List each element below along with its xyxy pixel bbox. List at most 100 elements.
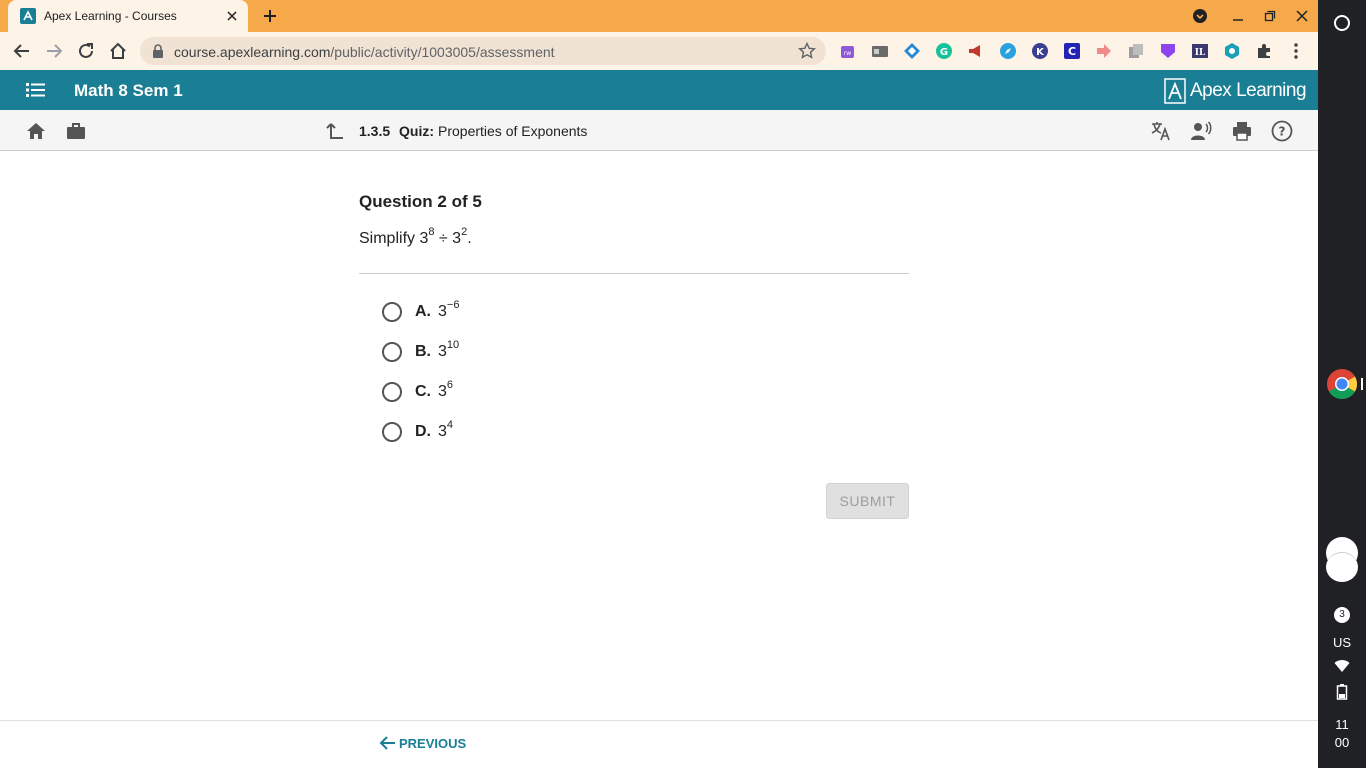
submit-button[interactable]: SUBMIT (826, 483, 909, 519)
prompt-exponent-2: 2 (461, 225, 468, 238)
clock-hour[interactable]: 11 (1318, 717, 1366, 732)
prompt-suffix: . (467, 230, 472, 247)
browser-tab[interactable]: Apex Learning - Courses (8, 0, 248, 32)
translate-icon[interactable] (1150, 120, 1172, 142)
input-method-indicator[interactable]: US (1318, 635, 1366, 650)
app-icon-blank-2[interactable] (1326, 552, 1358, 582)
prompt-middle: ÷ 3 (434, 230, 462, 247)
radio-button[interactable] (382, 302, 402, 322)
svg-text:?: ? (1279, 125, 1286, 139)
svg-text:rw: rw (844, 50, 851, 57)
option-base: 3 (438, 303, 447, 320)
tab-strip: Apex Learning - Courses (0, 0, 1318, 32)
url-text: course.apexlearning.com/public/activity/… (174, 44, 555, 60)
active-app-indicator (1361, 378, 1363, 390)
apex-logo-text: Apex Learning (1190, 80, 1307, 101)
question-divider (359, 273, 909, 274)
chrome-app-icon[interactable] (1326, 368, 1358, 400)
option-value: 36 (438, 379, 453, 401)
tab-search-icon[interactable] (1188, 4, 1212, 28)
extension-copy-icon[interactable] (1127, 42, 1145, 60)
answer-option-d[interactable]: D. 34 (382, 419, 682, 444)
extensions-puzzle-icon[interactable] (1255, 42, 1273, 60)
svg-text:G: G (940, 47, 948, 58)
reload-icon[interactable] (74, 39, 98, 63)
radio-button[interactable] (382, 422, 402, 442)
apex-logo-icon (1164, 78, 1186, 104)
svg-text:K: K (1036, 47, 1045, 58)
option-exponent: 10 (446, 338, 460, 351)
print-icon[interactable] (1231, 120, 1253, 142)
activity-number: 1.3.5 (359, 123, 391, 139)
arrow-left-icon (379, 736, 395, 750)
extension-compass-icon[interactable] (999, 42, 1017, 60)
extension-il-icon[interactable]: IL (1191, 42, 1209, 60)
extension-hex-icon[interactable] (1223, 42, 1241, 60)
url-path: /public/activity/1003005/assessment (330, 44, 555, 60)
question-heading: Question 2 of 5 (359, 192, 482, 211)
lock-icon (153, 44, 163, 58)
extension-puzzle-purple-icon[interactable]: rw (839, 42, 857, 60)
home-icon[interactable] (106, 39, 130, 63)
tab-close-icon[interactable] (222, 6, 242, 26)
course-header: Math 8 Sem 1 Apex Learning (0, 70, 1318, 110)
activity-name: Properties of Exponents (438, 123, 588, 139)
minimize-icon[interactable] (1226, 4, 1250, 28)
option-base: 3 (438, 423, 447, 440)
extension-k-icon[interactable]: K (1031, 42, 1049, 60)
answer-option-b[interactable]: B. 310 (382, 338, 682, 364)
activity-footer: PREVIOUS (0, 720, 1318, 768)
svg-text:C: C (1068, 45, 1076, 58)
forward-icon[interactable] (42, 39, 66, 63)
os-shelf: 3 US 11 00 (1318, 0, 1366, 768)
svg-text:IL: IL (1195, 48, 1206, 58)
battery-icon[interactable] (1336, 684, 1348, 700)
extension-c-icon[interactable]: C (1063, 42, 1081, 60)
address-bar[interactable]: course.apexlearning.com/public/activity/… (140, 37, 826, 65)
close-window-icon[interactable] (1290, 4, 1314, 28)
answer-option-c[interactable]: C. 36 (382, 379, 682, 404)
previous-label: PREVIOUS (399, 735, 467, 751)
bookmark-star-icon[interactable] (798, 42, 816, 60)
back-icon[interactable] (10, 39, 34, 63)
option-letter: C. (415, 383, 431, 400)
wifi-icon[interactable] (1334, 659, 1350, 673)
option-base: 3 (438, 343, 447, 360)
course-menu-icon[interactable] (26, 82, 46, 98)
extension-megaphone-icon[interactable] (967, 42, 985, 60)
option-letter: D. (415, 423, 431, 440)
answer-option-a[interactable]: A. 3−6 (382, 298, 682, 324)
apex-favicon-icon (20, 8, 36, 24)
activity-toolbar: 1.3.5 Quiz: Properties of Exponents ? (0, 110, 1318, 151)
notification-count-badge[interactable]: 3 (1334, 607, 1350, 623)
grammarly-icon[interactable]: G (935, 42, 953, 60)
option-exponent: 4 (446, 418, 454, 431)
radio-button[interactable] (382, 342, 402, 362)
extension-arrow-icon[interactable] (1095, 42, 1113, 60)
apex-logo: Apex Learning (1164, 78, 1307, 104)
help-icon[interactable]: ? (1271, 120, 1293, 142)
previous-button[interactable]: PREVIOUS (378, 735, 466, 751)
option-exponent: −6 (446, 298, 460, 311)
restore-icon[interactable] (1258, 4, 1282, 28)
extension-diamond-icon[interactable] (903, 42, 921, 60)
option-letter: A. (415, 303, 431, 320)
option-letter: B. (415, 343, 431, 360)
activity-type: Quiz: (399, 123, 434, 139)
launcher-icon[interactable] (1332, 13, 1352, 33)
extension-shield-purple-icon[interactable] (1159, 42, 1177, 60)
new-tab-icon[interactable] (258, 4, 282, 28)
radio-button[interactable] (382, 382, 402, 402)
up-level-icon[interactable] (324, 120, 346, 142)
course-title: Math 8 Sem 1 (74, 81, 183, 100)
prompt-exponent-1: 8 (428, 225, 435, 238)
home-icon[interactable] (25, 120, 47, 142)
briefcase-icon[interactable] (65, 120, 87, 142)
browser-toolbar: course.apexlearning.com/public/activity/… (0, 32, 1318, 70)
prompt-prefix: Simplify 3 (359, 230, 429, 247)
extension-card-icon[interactable] (871, 42, 889, 60)
option-value: 34 (438, 419, 453, 441)
browser-menu-icon[interactable] (1287, 42, 1305, 60)
clock-minute[interactable]: 00 (1318, 735, 1366, 750)
read-aloud-icon[interactable] (1190, 120, 1212, 142)
